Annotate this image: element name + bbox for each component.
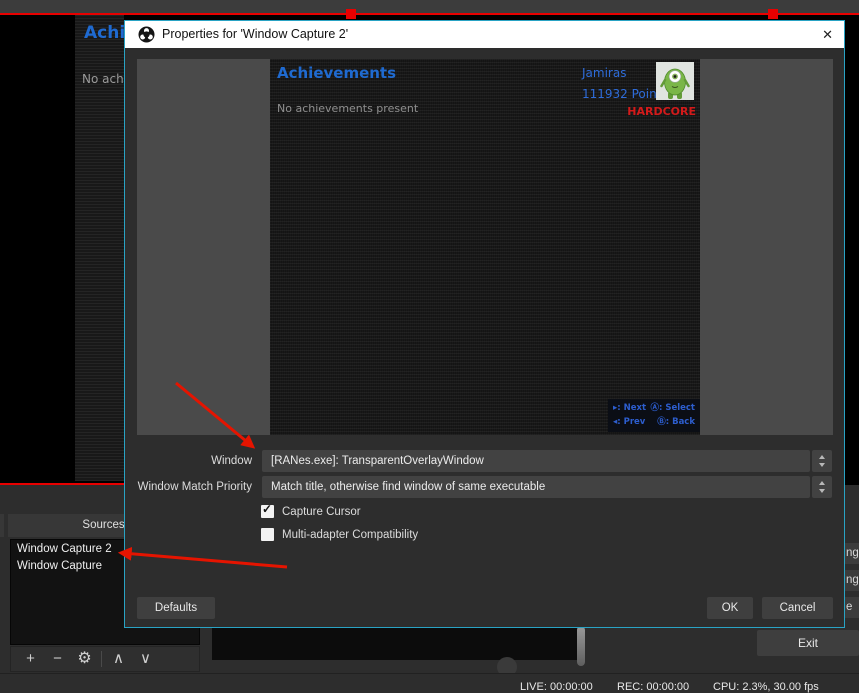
start-streaming-button-clipped[interactable]: ng [845,543,859,564]
spinner-up-icon [819,481,825,485]
toolbar-divider [101,651,102,667]
remove-source-icon[interactable]: − [44,647,71,671]
background-capture-window: Achie No achi [75,15,124,481]
dialog-titlebar: Properties for 'Window Capture 2' ✕ [125,21,844,48]
add-source-icon[interactable]: + [17,647,44,671]
capture-preview-area: Achievements No achievements present Jam… [137,59,833,435]
cancel-button[interactable]: Cancel [762,597,833,619]
user-avatar [656,62,694,100]
hint-prev: ◂: Prev [613,415,645,429]
sources-panel-title: Sources [82,519,124,531]
capture-cursor-label: Capture Cursor [282,505,361,519]
start-recording-button-clipped[interactable]: ng [845,570,859,591]
achievements-empty-message: No achievements present [277,102,418,115]
scenes-panel-edge [0,514,4,537]
spinner-down-icon [819,463,825,467]
clipped-label: ng [846,547,859,559]
spinner-down-icon [819,489,825,493]
rec-time: REC: 00:00:00 [617,681,689,693]
move-source-down-icon[interactable]: ∨ [132,647,159,671]
username-text: Jamiras [582,66,626,80]
defaults-button[interactable]: Defaults [137,597,215,619]
background-achievements-heading: Achie [84,23,124,43]
captured-window: Achievements No achievements present Jam… [270,59,700,435]
capture-cursor-checkbox[interactable]: ✓ [261,505,274,518]
window-match-priority-select[interactable]: Match title, otherwise find window of sa… [262,476,810,498]
exit-button[interactable]: Exit [757,630,859,656]
live-time: LIVE: 00:00:00 [520,681,593,693]
controller-hints-box: ▸: Next Ⓐ: Select ◂: Prev Ⓑ: Back [608,399,700,432]
ok-button[interactable]: OK [707,597,753,619]
cpu-fps-stats: CPU: 2.3%, 30.00 fps [713,681,819,693]
points-text: 111932 Points [582,87,668,101]
move-source-up-icon[interactable]: ∧ [105,647,132,671]
clipped-label: e [846,601,852,613]
window-select-value: [RANes.exe]: TransparentOverlayWindow [262,450,810,472]
scene-item-resize-handle[interactable] [768,9,778,19]
obs-main-window: Achie No achi Sources Window Capture 2 W… [0,0,859,693]
check-icon: ✓ [262,502,272,516]
spinner-up-icon [819,455,825,459]
scene-item-resize-handle[interactable] [346,9,356,19]
multi-adapter-checkbox[interactable] [261,528,274,541]
hint-next: ▸: Next [613,401,646,415]
window-label: Window [125,450,252,472]
hint-back: Ⓑ: Back [657,415,695,429]
clipped-label: ng [846,574,859,586]
dialog-title: Properties for 'Window Capture 2' [162,21,348,48]
studio-mode-button-clipped[interactable]: e [845,597,859,618]
sources-toolbar: + − ⚙ ∧ ∨ [10,646,200,672]
achievements-heading: Achievements [277,64,396,82]
properties-dialog: Properties for 'Window Capture 2' ✕ Achi… [124,20,845,628]
hardcore-badge: HARDCORE [627,105,696,118]
hint-select: Ⓐ: Select [650,401,695,415]
status-bar: LIVE: 00:00:00 REC: 00:00:00 CPU: 2.3%, … [0,673,859,693]
close-icon[interactable]: ✕ [822,21,833,48]
source-properties-gear-icon[interactable]: ⚙ [71,647,98,671]
obs-logo-icon [138,26,155,43]
scene-item-border-top [0,13,859,15]
window-select-spinner[interactable] [812,450,832,472]
background-achievements-message: No achi [82,72,124,86]
window-select[interactable]: [RANes.exe]: TransparentOverlayWindow [262,450,810,472]
obs-toolbar-strip [0,0,859,13]
window-match-priority-label: Window Match Priority [125,476,252,498]
mixer-scrollbar-thumb[interactable] [577,626,585,666]
window-match-priority-spinner[interactable] [812,476,832,498]
window-match-priority-value: Match title, otherwise find window of sa… [262,476,810,498]
multi-adapter-label: Multi-adapter Compatibility [282,528,418,542]
